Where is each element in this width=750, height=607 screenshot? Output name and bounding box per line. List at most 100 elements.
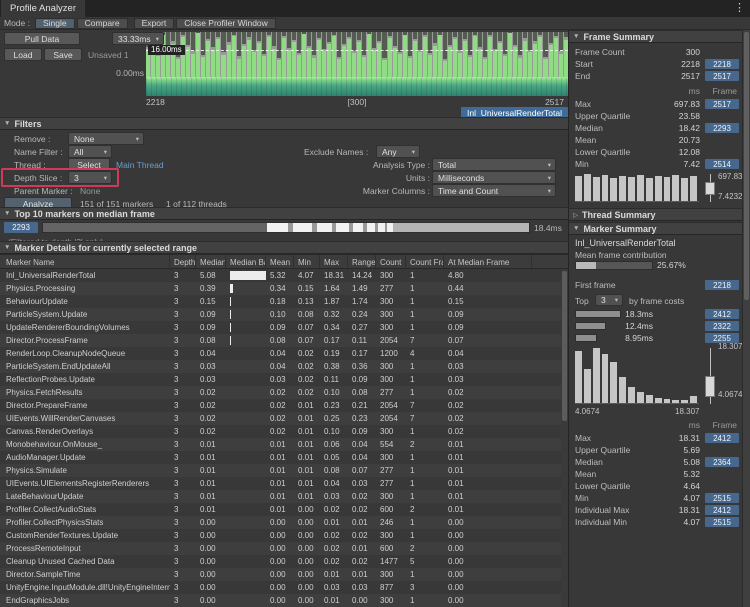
frame-badge[interactable]: 2322 xyxy=(705,321,739,331)
exclude-mode-dropdown[interactable]: Any ▾ xyxy=(376,145,420,158)
marker-summary-header[interactable]: ▼ Marker Summary xyxy=(569,222,742,235)
table-row[interactable]: CustomRenderTextures.Update30.000.000.00… xyxy=(0,529,568,542)
top-marker-segment[interactable] xyxy=(293,223,311,232)
column-header[interactable]: Median xyxy=(196,255,226,270)
scrollbar-thumb[interactable] xyxy=(562,271,567,421)
top-n-dropdown[interactable]: 3 ▾ xyxy=(595,294,623,306)
frame-badge[interactable]: 2412 xyxy=(705,309,739,319)
kebab-menu-icon[interactable]: ⋮ xyxy=(734,1,745,14)
save-button[interactable]: Save xyxy=(44,48,82,61)
table-row[interactable]: UnityEngine.InputModule.dll!UnityEngineI… xyxy=(0,581,568,594)
thread-summary-header[interactable]: ▷ Thread Summary xyxy=(569,208,742,221)
top-marker-segment[interactable] xyxy=(267,223,289,232)
frame-badge[interactable]: 2364 xyxy=(705,457,739,467)
table-row[interactable]: UIEvents.UIElementsRegisterRenderers30.0… xyxy=(0,477,568,490)
top-marker-segment[interactable] xyxy=(367,223,375,232)
table-row[interactable]: Cleanup Unused Cached Data30.000.000.000… xyxy=(0,555,568,568)
table-row[interactable]: ParticleSystem.EndUpdateAll30.030.040.02… xyxy=(0,360,568,373)
table-row[interactable]: Physics.FetchResults30.020.020.020.100.0… xyxy=(0,386,568,399)
name-filter-mode-dropdown[interactable]: All ▾ xyxy=(68,145,112,158)
top-frame-row[interactable]: 18.3ms2412 xyxy=(569,308,742,320)
tab-profile-analyzer[interactable]: Profile Analyzer xyxy=(1,0,85,17)
marker-summary-histogram[interactable] xyxy=(575,348,699,404)
column-header[interactable]: Max xyxy=(320,255,348,270)
frame-time-plot[interactable]: 16.00ms xyxy=(146,32,568,77)
thread-value-link[interactable]: Main Thread xyxy=(116,160,164,170)
top-frame-row[interactable]: 12.4ms2322 xyxy=(569,320,742,332)
column-header[interactable]: Median Bar xyxy=(226,255,266,270)
close-profiler-button[interactable]: Close Profiler Window xyxy=(176,18,276,29)
load-button[interactable]: Load xyxy=(4,48,42,61)
marker-columns-dropdown[interactable]: Time and Count ▾ xyxy=(432,184,556,197)
top-marker-segment[interactable] xyxy=(317,223,333,232)
top-marker-segment[interactable] xyxy=(43,223,267,232)
frame-badge[interactable]: 2515 xyxy=(705,517,739,527)
marker-details-header[interactable]: ▼ Marker Details for currently selected … xyxy=(0,241,568,254)
table-row[interactable]: Director.PrepareFrame30.020.020.010.230.… xyxy=(0,399,568,412)
right-pane-scrollbar[interactable] xyxy=(742,30,750,607)
table-row[interactable]: AudioManager.Update30.010.010.010.050.04… xyxy=(0,451,568,464)
export-button[interactable]: Export xyxy=(134,18,175,29)
table-row[interactable]: UIEvents.WillRenderCanvases30.020.020.01… xyxy=(0,412,568,425)
histogram-bar xyxy=(610,362,617,403)
table-row[interactable]: Director.SampleTime30.000.000.000.010.01… xyxy=(0,568,568,581)
frame-badge[interactable]: 2514 xyxy=(705,159,739,169)
table-row[interactable]: Physics.Processing30.390.340.151.641.492… xyxy=(0,282,568,295)
frame-badge[interactable]: 2517 xyxy=(705,99,739,109)
column-header[interactable]: Mean xyxy=(266,255,294,270)
table-row[interactable]: UpdateRendererBoundingVolumes30.090.090.… xyxy=(0,321,568,334)
table-row[interactable]: Inl_UniversalRenderTotal35.085.324.0718.… xyxy=(0,269,568,282)
frame-time-chart[interactable]: 16.00ms xyxy=(146,32,568,96)
top-marker-segment[interactable] xyxy=(393,223,529,232)
table-row[interactable]: Profiler.CollectPhysicsStats30.000.000.0… xyxy=(0,516,568,529)
top-frame-row[interactable]: 8.95ms2255 xyxy=(569,332,742,344)
marker-table-scrollbar[interactable] xyxy=(561,269,568,607)
table-row[interactable]: ParticleSystem.Update30.090.100.080.320.… xyxy=(0,308,568,321)
table-row[interactable]: RenderLoop.CleanupNodeQueue30.040.040.02… xyxy=(0,347,568,360)
frame-badge[interactable]: 2515 xyxy=(705,493,739,503)
table-row[interactable]: ReflectionProbes.Update30.030.030.020.11… xyxy=(0,373,568,386)
table-row[interactable]: Profiler.CollectAudioStats30.010.010.000… xyxy=(0,503,568,516)
column-header[interactable]: Count Frame xyxy=(406,255,444,270)
column-header[interactable]: Marker Name xyxy=(2,255,170,270)
column-header[interactable]: At Median Frame xyxy=(444,255,532,270)
frame-summary-header[interactable]: ▼ Frame Summary xyxy=(569,30,742,43)
table-row[interactable]: Canvas.RenderOverlays30.020.020.010.100.… xyxy=(0,425,568,438)
table-row[interactable]: ProcessRemoteInput30.000.000.000.020.016… xyxy=(0,542,568,555)
column-header[interactable]: Depth xyxy=(170,255,196,270)
median-frame-badge[interactable]: 2293 xyxy=(4,222,38,233)
remove-dropdown[interactable]: None ▾ xyxy=(68,132,144,145)
column-header[interactable]: Min xyxy=(294,255,320,270)
first-frame-badge[interactable]: 2218 xyxy=(705,280,739,290)
top-markers-stacked-bar[interactable] xyxy=(42,222,530,233)
frame-badge[interactable]: 2517 xyxy=(705,71,739,81)
pull-data-button[interactable]: Pull Data xyxy=(4,32,80,45)
column-header[interactable]: Range xyxy=(348,255,376,270)
units-dropdown[interactable]: Milliseconds ▾ xyxy=(432,171,556,184)
table-row[interactable]: EndGraphicsJobs30.000.000.000.010.003001… xyxy=(0,594,568,607)
analysis-type-dropdown[interactable]: Total ▾ xyxy=(432,158,556,171)
column-header[interactable]: Count xyxy=(376,255,406,270)
frame-badge[interactable]: 2412 xyxy=(705,433,739,443)
selected-marker-strip-chart[interactable] xyxy=(146,77,568,96)
top-markers-header[interactable]: ▼ Top 10 markers on median frame xyxy=(0,207,568,220)
depth-slice-dropdown[interactable]: 3 ▾ xyxy=(68,171,112,184)
top-marker-segment[interactable] xyxy=(378,223,385,232)
scrollbar-thumb[interactable] xyxy=(744,32,749,300)
thread-select-button[interactable]: Select xyxy=(68,158,110,171)
table-row[interactable]: LateBehaviourUpdate30.010.010.010.030.02… xyxy=(0,490,568,503)
frame-interval-dropdown[interactable]: 33.33ms ▾ xyxy=(112,32,164,45)
top-marker-segment[interactable] xyxy=(336,223,349,232)
filters-header[interactable]: ▼ Filters xyxy=(0,117,568,130)
frame-badge[interactable]: 2412 xyxy=(705,505,739,515)
frame-summary-histogram[interactable] xyxy=(575,174,699,202)
table-row[interactable]: BehaviourUpdate30.150.180.131.871.743001… xyxy=(0,295,568,308)
top-marker-segment[interactable] xyxy=(353,223,363,232)
table-row[interactable]: Director.ProcessFrame30.080.080.070.170.… xyxy=(0,334,568,347)
frame-badge[interactable]: 2218 xyxy=(705,59,739,69)
table-row[interactable]: Physics.Simulate30.010.010.010.080.07277… xyxy=(0,464,568,477)
table-row[interactable]: Monobehaviour.OnMouse_30.010.010.010.060… xyxy=(0,438,568,451)
frame-badge[interactable]: 2293 xyxy=(705,123,739,133)
mode-compare-button[interactable]: Compare xyxy=(77,18,128,29)
mode-single-button[interactable]: Single xyxy=(35,18,75,29)
